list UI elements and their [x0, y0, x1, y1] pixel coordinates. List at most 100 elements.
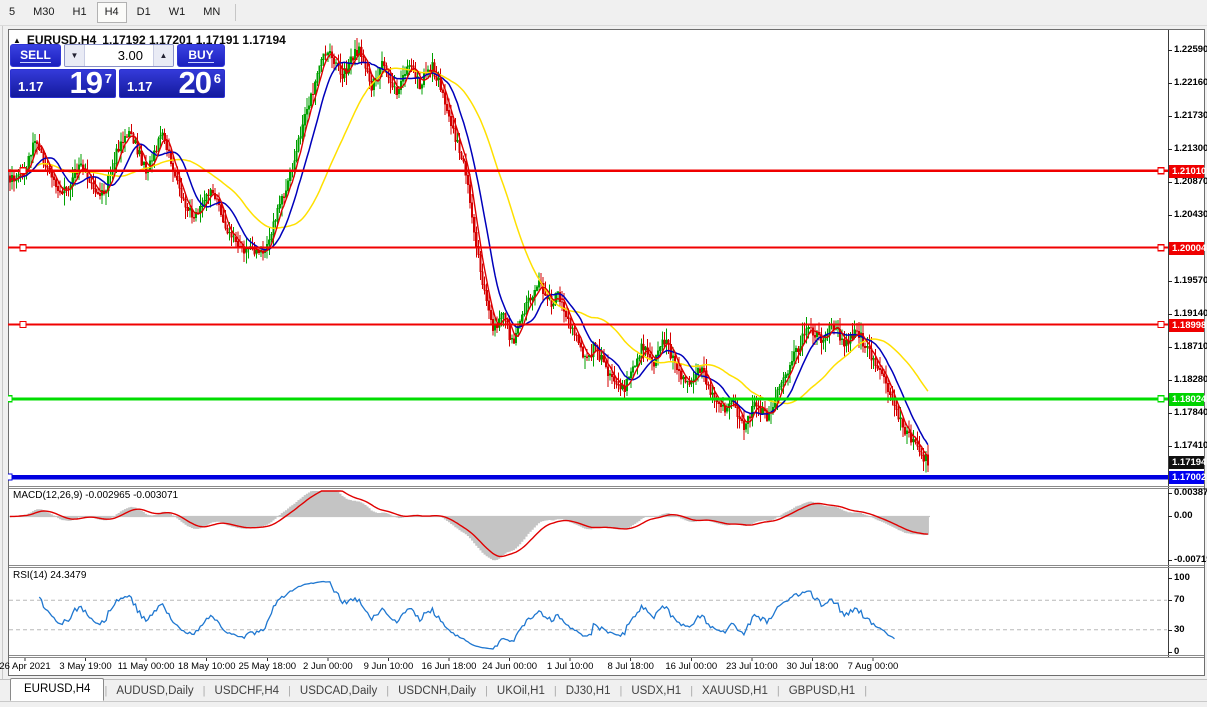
horizontal-level-line[interactable] — [8, 322, 1168, 328]
timeframe-button-h4[interactable]: H4 — [97, 2, 127, 23]
chart-tab-dj30[interactable]: DJ30,H1 — [557, 681, 620, 701]
price-tick-mark — [1168, 182, 1172, 183]
horizontal-level-line[interactable] — [8, 474, 1168, 480]
one-click-trading-panel: SELL ▼ 3.00 ▲ BUY 1.17 19 7 1.17 20 6 — [10, 44, 225, 98]
status-strip — [0, 701, 1207, 707]
chart-tab-eurusd[interactable]: EURUSD,H4 — [10, 678, 104, 701]
chart-canvas[interactable] — [8, 29, 1168, 676]
time-tick-label: 8 Jul 18:00 — [607, 661, 653, 672]
panel-separator[interactable] — [9, 488, 1204, 489]
timeframe-button-h1[interactable]: H1 — [65, 2, 95, 23]
price-level-badge: 1.20004 — [1169, 242, 1204, 255]
sell-button[interactable]: SELL — [10, 44, 61, 67]
time-tick-label: 16 Jun 18:00 — [422, 661, 477, 672]
timeframe-button-d1[interactable]: D1 — [129, 2, 159, 23]
rsi-scale-label: 0 — [1174, 646, 1179, 657]
macd-tick-mark — [1168, 560, 1172, 561]
price-tick-mark — [1168, 116, 1172, 117]
timeframe-toolbar: 5M30H1H4D1W1MN — [0, 0, 1207, 26]
timeframe-button-w1[interactable]: W1 — [161, 2, 194, 23]
horizontal-level-line[interactable] — [8, 396, 1168, 402]
tab-separator: | — [864, 681, 867, 701]
macd-label: MACD(12,26,9) -0.002965 -0.003071 — [13, 490, 178, 501]
chart-tab-usdcad[interactable]: USDCAD,Daily — [291, 681, 386, 701]
macd-tick-mark — [1168, 493, 1172, 494]
rsi-label: RSI(14) 24.3479 — [13, 570, 86, 581]
mdi-edge-line — [2, 26, 3, 702]
panel-separator[interactable] — [9, 567, 1204, 568]
buy-price-box[interactable]: 1.17 20 6 — [119, 69, 225, 98]
time-tick-label: 23 Jul 10:00 — [726, 661, 778, 672]
price-tick-mark — [1168, 380, 1172, 381]
line-handle[interactable] — [1158, 322, 1164, 328]
price-tick-label: 1.19570 — [1174, 275, 1207, 286]
chart-tab-usdx[interactable]: USDX,H1 — [622, 681, 690, 701]
price-tick-mark — [1168, 347, 1172, 348]
price-tick-label: 1.22590 — [1174, 44, 1207, 55]
rsi-tick-mark — [1168, 600, 1172, 601]
price-tick-label: 1.21300 — [1174, 143, 1207, 154]
price-level-badge: 1.21010 — [1169, 165, 1204, 178]
time-tick-label: 24 Jun 00:00 — [482, 661, 537, 672]
price-tick-mark — [1168, 50, 1172, 51]
panel-separator[interactable] — [9, 565, 1204, 566]
volume-input[interactable]: 3.00 — [85, 45, 153, 66]
buy-button[interactable]: BUY — [177, 44, 225, 67]
sell-price-main: 19 — [70, 65, 102, 101]
line-handle[interactable] — [1158, 168, 1164, 174]
buy-price-pip: 6 — [214, 71, 221, 86]
rsi-scale-label: 70 — [1174, 594, 1185, 605]
chart-tab-audusd[interactable]: AUDUSD,Daily — [107, 681, 202, 701]
horizontal-level-line[interactable] — [8, 168, 1168, 174]
price-tick-label: 1.17840 — [1174, 407, 1207, 418]
volume-increase-icon[interactable]: ▲ — [153, 45, 173, 66]
macd-panel — [9, 491, 930, 560]
panel-separator — [9, 655, 1204, 656]
time-tick-label: 18 May 10:00 — [178, 661, 236, 672]
time-tick-label: 16 Jul 00:00 — [665, 661, 717, 672]
volume-spinner: ▼ 3.00 ▲ — [64, 44, 174, 67]
price-tick-label: 1.21730 — [1174, 110, 1207, 121]
chart-tab-ukoil[interactable]: UKOil,H1 — [488, 681, 554, 701]
timeframe-button-5[interactable]: 5 — [1, 2, 23, 23]
macd-tick-mark — [1168, 516, 1172, 517]
panel-separator[interactable] — [9, 486, 1204, 487]
chart-tab-bar: EURUSD,H4|AUDUSD,Daily|USDCHF,H4|USDCAD,… — [0, 679, 1207, 701]
panel-separator — [9, 657, 1204, 658]
price-tick-mark — [1168, 281, 1172, 282]
volume-decrease-icon[interactable]: ▼ — [65, 45, 85, 66]
line-handle[interactable] — [1158, 245, 1164, 251]
rsi-tick-mark — [1168, 630, 1172, 631]
rsi-tick-mark — [1168, 652, 1172, 653]
price-tick-label: 1.20430 — [1174, 209, 1207, 220]
time-tick-label: 7 Aug 00:00 — [848, 661, 899, 672]
time-tick-label: 25 May 18:00 — [238, 661, 296, 672]
line-handle[interactable] — [20, 245, 26, 251]
price-level-badge: 1.18024 — [1169, 393, 1204, 406]
line-handle[interactable] — [8, 474, 12, 480]
line-handle[interactable] — [8, 396, 12, 402]
price-tick-label: 1.19140 — [1174, 308, 1207, 319]
line-handle[interactable] — [20, 168, 26, 174]
line-handle[interactable] — [1158, 396, 1164, 402]
price-tick-mark — [1168, 83, 1172, 84]
horizontal-level-line[interactable] — [8, 245, 1168, 251]
time-tick-label: 26 Apr 2021 — [0, 661, 51, 672]
price-level-badge: 1.17194 — [1169, 456, 1204, 469]
line-handle[interactable] — [20, 322, 26, 328]
sell-price-pip: 7 — [105, 71, 112, 86]
buy-price-main: 20 — [179, 65, 211, 101]
timeframe-button-m30[interactable]: M30 — [25, 2, 62, 23]
time-tick-label: 3 May 19:00 — [59, 661, 111, 672]
chart-tab-xauusd[interactable]: XAUUSD,H1 — [693, 681, 777, 701]
rsi-tick-mark — [1168, 578, 1172, 579]
price-tick-label: 1.18710 — [1174, 341, 1207, 352]
chart-tab-gbpusd[interactable]: GBPUSD,H1 — [780, 681, 864, 701]
candles — [10, 38, 928, 473]
rsi-scale-label: 30 — [1174, 624, 1185, 635]
sell-price-box[interactable]: 1.17 19 7 — [10, 69, 116, 98]
chart-tab-usdcnh[interactable]: USDCNH,Daily — [389, 681, 485, 701]
chart-tab-usdchf[interactable]: USDCHF,H4 — [206, 681, 289, 701]
timeframe-button-mn[interactable]: MN — [195, 2, 228, 23]
rsi-panel — [9, 582, 1167, 650]
